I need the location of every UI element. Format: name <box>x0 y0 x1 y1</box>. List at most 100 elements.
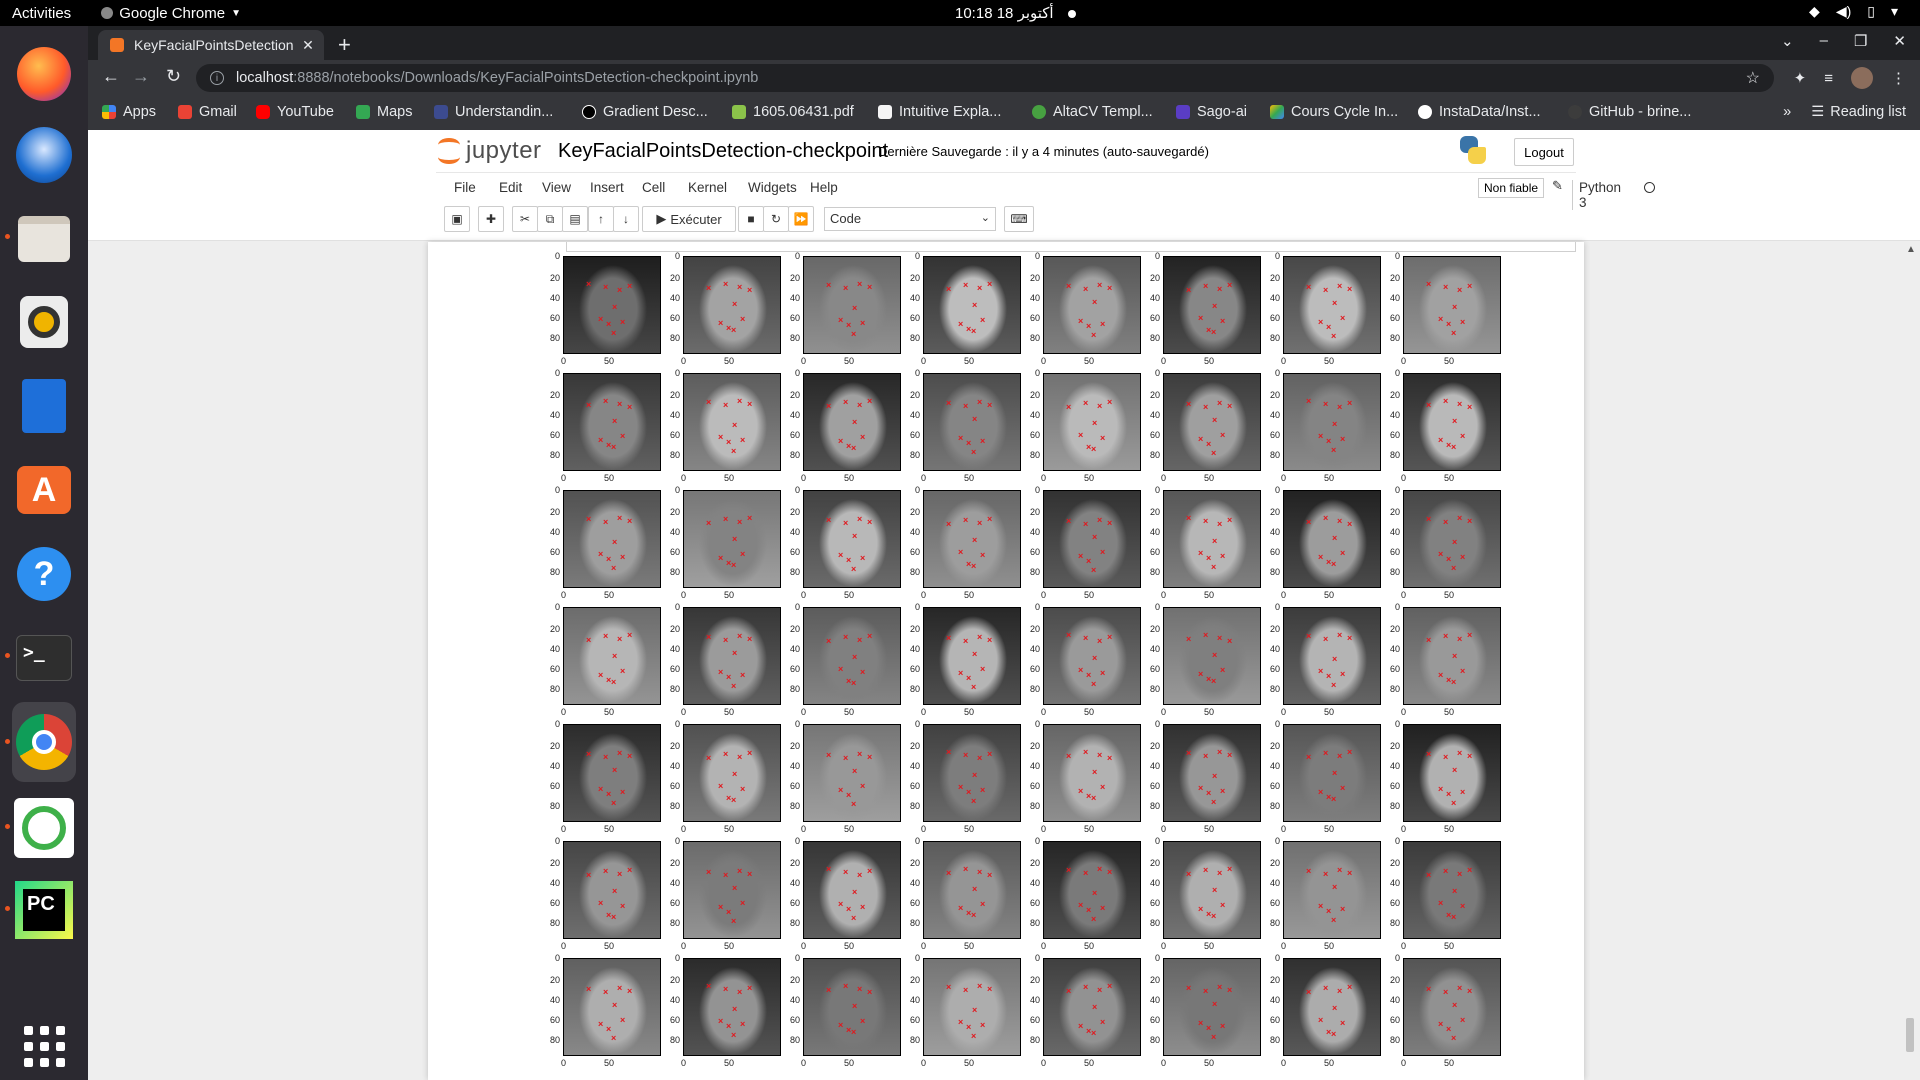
bookmark-cours[interactable]: Cours Cycle In... <box>1270 104 1398 120</box>
trusted-indicator[interactable]: Non fiable <box>1478 178 1545 198</box>
bookmark-youtube[interactable]: YouTube <box>256 104 334 120</box>
bookmark-intuitive[interactable]: Intuitive Expla... <box>878 104 1001 120</box>
interrupt-icon[interactable]: ■ <box>738 206 764 232</box>
bookmark-instadata[interactable]: InstaData/Inst... <box>1418 104 1541 120</box>
bookmark-altacv[interactable]: AltaCV Templ... <box>1032 104 1153 120</box>
forward-icon[interactable]: → <box>132 66 150 87</box>
run-button[interactable]: ▶ Exécuter <box>642 206 736 232</box>
bookmark-sago[interactable]: Sago-ai <box>1176 104 1247 120</box>
y-tick-label: 0 <box>794 368 800 378</box>
notebook-name[interactable]: KeyFacialPointsDetection-checkpoint <box>558 140 888 163</box>
menu-edit[interactable]: Edit <box>499 180 522 195</box>
more-bookmarks-icon[interactable]: » <box>1783 104 1791 120</box>
logout-button[interactable]: Logout <box>1514 138 1574 166</box>
site-info-icon[interactable]: i <box>210 71 224 85</box>
keyboard-shortcuts-icon[interactable]: ⌨ <box>1004 206 1034 232</box>
menu-file[interactable]: File <box>454 180 476 195</box>
menu-kernel[interactable]: Kernel <box>688 180 727 195</box>
face-image: × × × × × × × × × <box>1283 490 1381 588</box>
address-bar[interactable]: i localhost:8888/notebooks/Downloads/Key… <box>196 64 1774 92</box>
keypoint-marker: × <box>1457 748 1463 758</box>
keypoint-marker: × <box>1451 677 1457 687</box>
bookmark-understanding[interactable]: Understandin... <box>434 104 553 120</box>
save-status: Dernière Sauvegarde : il y a 4 minutes (… <box>878 144 1209 159</box>
face-subplot: × × × × × × × × × 0 20 40 60 80 0 50 <box>1386 369 1506 486</box>
x-tick-label: 50 <box>724 1058 735 1068</box>
activities-button[interactable]: Activities <box>12 5 71 22</box>
extensions-icon[interactable]: ✦ <box>1794 69 1807 87</box>
close-tab-icon[interactable]: ✕ <box>298 37 318 54</box>
keypoint-marker: × <box>1332 533 1338 543</box>
bookmark-gradient-descent[interactable]: Gradient Desc... <box>582 104 708 120</box>
run-all-icon[interactable]: ⏩ <box>788 206 814 232</box>
y-tick-label: 0 <box>674 719 680 729</box>
move-down-icon[interactable]: ↓ <box>613 206 639 232</box>
anaconda-icon[interactable] <box>12 796 76 860</box>
minimize-icon[interactable]: – <box>1820 32 1828 50</box>
bookmark-maps[interactable]: Maps <box>356 104 412 120</box>
clock[interactable]: 10:18 18 أكتوبر <box>955 4 1076 22</box>
menu-view[interactable]: View <box>542 180 571 195</box>
cut-icon[interactable]: ✂ <box>512 206 538 232</box>
close-window-icon[interactable]: ✕ <box>1893 32 1906 50</box>
system-tray[interactable]: ◆ ◀) ▯ ▾ <box>1809 3 1898 20</box>
keypoint-marker: × <box>1066 402 1072 412</box>
back-icon[interactable]: ← <box>102 66 120 87</box>
bookmark-star-icon[interactable]: ☆ <box>1746 68 1760 88</box>
y-tick-label: 0 <box>1274 485 1280 495</box>
browser-tab[interactable]: KeyFacialPointsDetection ✕ <box>98 30 324 60</box>
cell-type-select[interactable]: Code ⌄ <box>824 207 996 231</box>
face-image: × × × × × × × × × <box>1163 841 1261 939</box>
help-icon[interactable]: ? <box>12 542 76 606</box>
insert-cell-icon[interactable]: ✚ <box>478 206 504 232</box>
tab-search-icon[interactable]: ⌄ <box>1781 32 1794 50</box>
media-icon[interactable]: ≡ <box>1824 70 1833 87</box>
menu-help[interactable]: Help <box>810 180 838 195</box>
y-tick-label: 60 <box>1029 547 1040 557</box>
restart-icon[interactable]: ↻ <box>763 206 789 232</box>
more-menu-icon[interactable]: ⋮ <box>1891 69 1906 87</box>
maximize-icon[interactable]: ❐ <box>1854 32 1867 50</box>
reload-icon[interactable]: ↻ <box>166 66 181 87</box>
copy-icon[interactable]: ⧉ <box>537 206 563 232</box>
menu-cell[interactable]: Cell <box>642 180 665 195</box>
firefox-icon[interactable] <box>12 42 76 106</box>
jupyter-logo[interactable]: jupyter <box>438 136 542 166</box>
keypoint-marker: × <box>1318 901 1324 911</box>
thunderbird-icon[interactable] <box>12 123 76 187</box>
new-tab-icon[interactable]: + <box>338 32 351 58</box>
keypoint-marker: × <box>1066 751 1072 761</box>
face-subplot: × × × × × × × × × 0 20 40 60 80 0 50 <box>1146 369 1266 486</box>
rhythmbox-icon[interactable] <box>12 290 76 354</box>
keypoint-marker: × <box>627 516 633 526</box>
bookmark-apps[interactable]: Apps <box>102 104 156 120</box>
pycharm-icon[interactable]: PC <box>12 878 76 942</box>
move-up-icon[interactable]: ↑ <box>588 206 614 232</box>
scrollbar-thumb[interactable] <box>1906 1018 1914 1052</box>
y-tick-label: 20 <box>669 507 680 517</box>
terminal-icon[interactable]: >_ <box>12 626 76 690</box>
chrome-dock-icon[interactable] <box>12 702 76 782</box>
paste-icon[interactable]: ▤ <box>562 206 588 232</box>
y-tick-label: 80 <box>549 450 560 460</box>
keypoint-marker: × <box>1426 749 1432 759</box>
bookmark-pdf[interactable]: 1605.06431.pdf <box>732 104 854 120</box>
files-icon[interactable] <box>12 207 76 271</box>
profile-avatar[interactable] <box>1851 67 1873 89</box>
app-menu[interactable]: Google Chrome ▼ <box>101 5 241 22</box>
save-icon[interactable]: ▣ <box>444 206 470 232</box>
bookmark-github[interactable]: GitHub - brine... <box>1568 104 1691 120</box>
writer-icon[interactable] <box>12 374 76 438</box>
bookmark-gmail[interactable]: Gmail <box>178 104 237 120</box>
keypoint-marker: × <box>1451 798 1457 808</box>
reading-list-button[interactable]: ☰ Reading list <box>1811 104 1906 120</box>
keypoint-marker: × <box>946 519 952 529</box>
scroll-up-arrow-icon[interactable]: ▲ <box>1906 244 1916 255</box>
show-applications-icon[interactable] <box>12 1014 76 1078</box>
keypoint-marker: × <box>1198 313 1204 323</box>
app-center-icon[interactable]: A <box>12 458 76 522</box>
menu-widgets[interactable]: Widgets <box>748 180 797 195</box>
keypoint-marker: × <box>1426 400 1432 410</box>
kernel-name[interactable]: Python 3 <box>1572 180 1621 210</box>
menu-insert[interactable]: Insert <box>590 180 624 195</box>
